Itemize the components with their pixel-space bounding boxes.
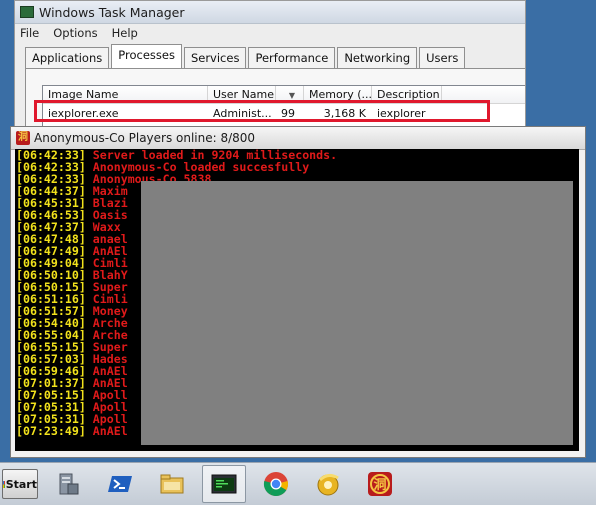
game-server-icon: 洞 bbox=[368, 472, 392, 496]
taskbar-item-server-manager[interactable] bbox=[46, 465, 90, 503]
chrome-icon bbox=[263, 472, 288, 497]
tab-users[interactable]: Users bbox=[419, 47, 466, 68]
start-label: Start bbox=[5, 477, 37, 491]
taskbar-item-powershell[interactable] bbox=[98, 465, 142, 503]
console-message: AnAEl bbox=[85, 424, 128, 438]
menu-options[interactable]: Options bbox=[53, 26, 97, 40]
tab-networking[interactable]: Networking bbox=[337, 47, 418, 68]
tab-processes[interactable]: Processes bbox=[111, 44, 182, 68]
file-explorer-icon bbox=[160, 474, 184, 494]
highlight-box bbox=[34, 100, 490, 122]
task-manager-titlebar[interactable]: Windows Task Manager bbox=[15, 1, 525, 24]
svg-text:洞: 洞 bbox=[373, 478, 386, 493]
task-manager-app-icon bbox=[20, 6, 34, 18]
menu-file[interactable]: File bbox=[20, 26, 39, 40]
taskbar-item-console[interactable] bbox=[202, 465, 246, 503]
game-server-icon: 洞 bbox=[16, 131, 30, 145]
redaction-block bbox=[141, 181, 573, 445]
windows-logo-icon bbox=[3, 480, 5, 488]
tab-applications[interactable]: Applications bbox=[25, 47, 110, 68]
console-titlebar[interactable]: 洞 Anonymous-Co Players online: 8/800 bbox=[11, 127, 585, 150]
taskbar-item-chrome[interactable] bbox=[254, 465, 298, 503]
task-manager-title: Windows Task Manager bbox=[39, 4, 185, 20]
console-app-icon bbox=[211, 474, 237, 494]
console-timestamp: [07:23:49] bbox=[16, 424, 86, 438]
start-button[interactable]: Start bbox=[2, 469, 38, 499]
sort-down-icon: ▼ bbox=[288, 91, 296, 100]
taskbar-item-game-server[interactable]: 洞 bbox=[358, 465, 402, 503]
taskbar-item-browser[interactable] bbox=[306, 465, 350, 503]
taskbar: Start 洞 bbox=[0, 462, 596, 505]
menu-help[interactable]: Help bbox=[112, 26, 138, 40]
powershell-icon bbox=[108, 476, 132, 492]
taskbar-item-explorer[interactable] bbox=[150, 465, 194, 503]
tab-performance[interactable]: Performance bbox=[248, 47, 336, 68]
task-manager-menubar: File Options Help bbox=[15, 24, 525, 41]
task-manager-tabs: Applications Processes Services Performa… bbox=[25, 44, 467, 68]
browser-gold-icon bbox=[317, 473, 339, 496]
server-manager-icon bbox=[59, 473, 79, 495]
console-title: Anonymous-Co Players online: 8/800 bbox=[34, 131, 256, 145]
tab-services[interactable]: Services bbox=[183, 47, 247, 68]
